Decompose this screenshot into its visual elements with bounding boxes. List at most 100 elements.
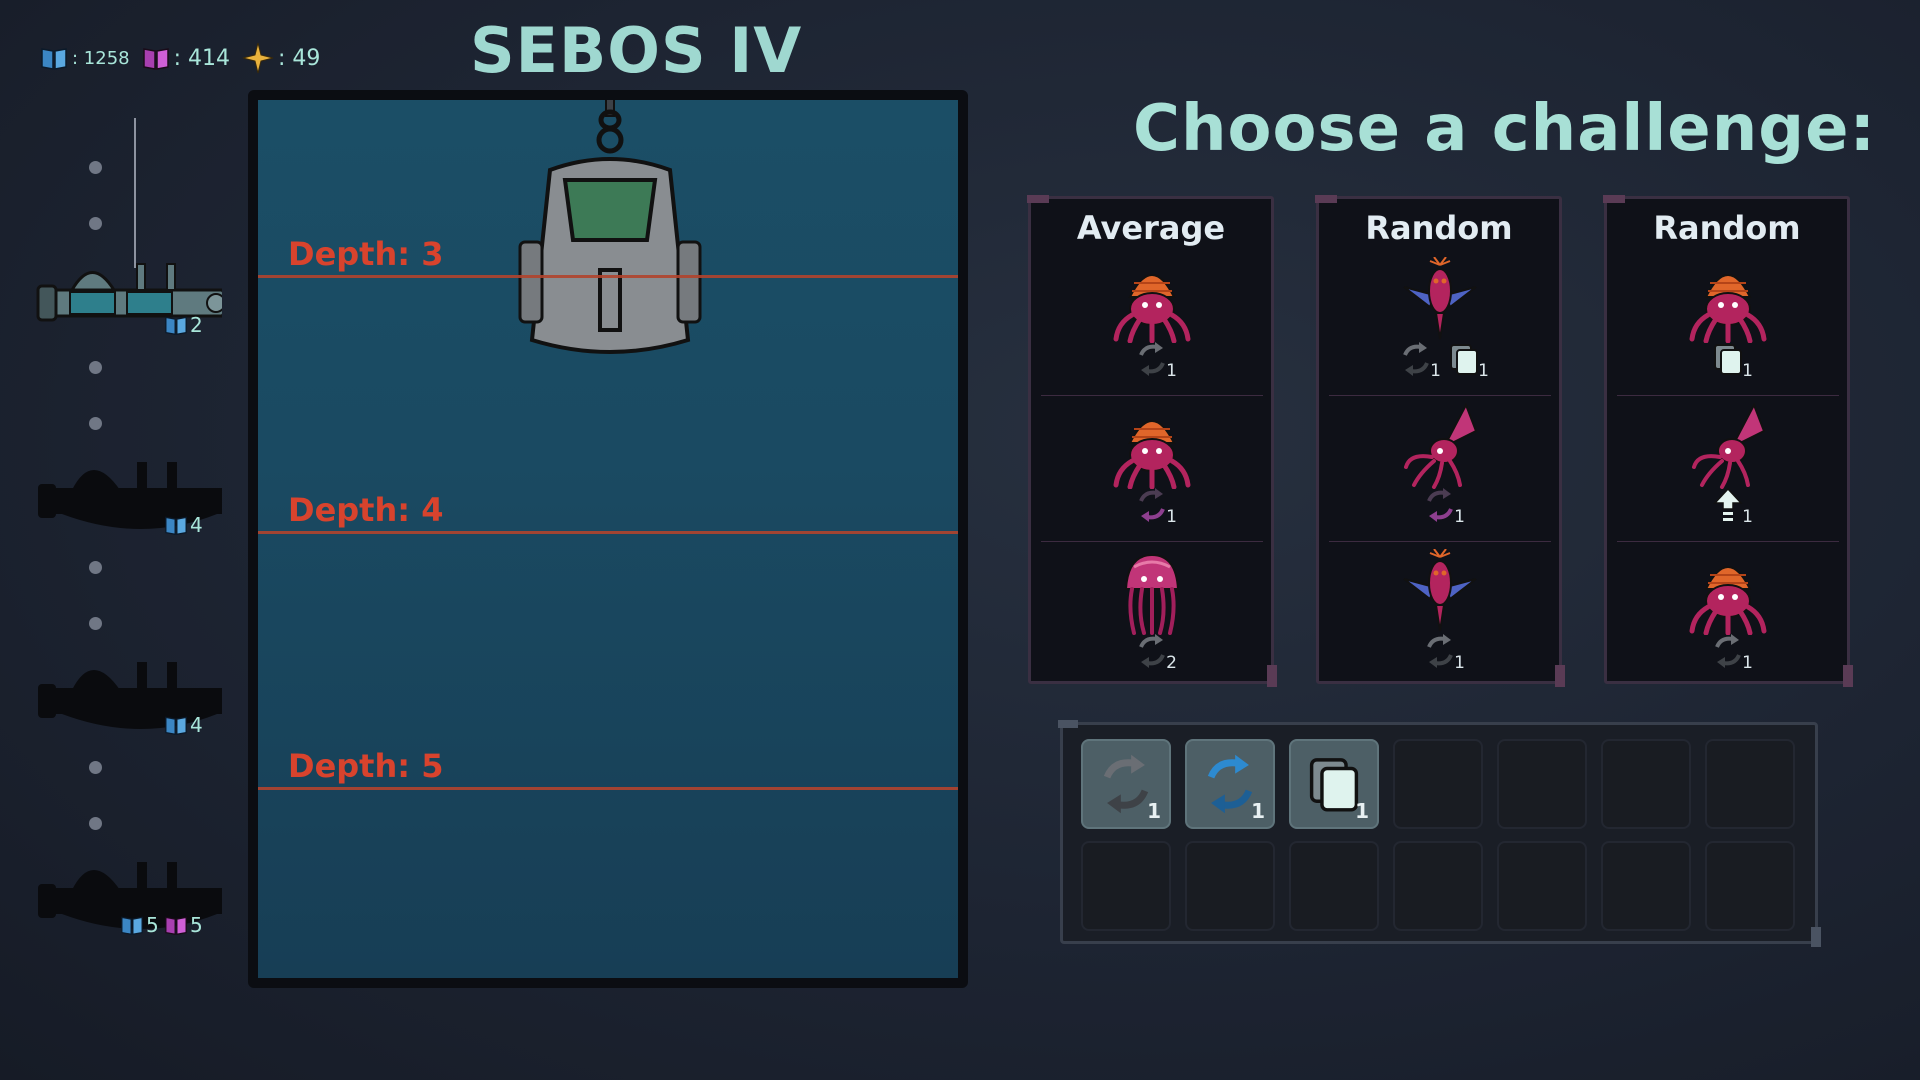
inventory-slot-empty[interactable] [1705,841,1795,931]
reward-count: 5 [146,913,159,937]
submarine-reward: 5 [120,913,159,937]
depth-label: Depth: 5 [288,747,444,785]
slot-divider [1041,395,1263,396]
reroll-purple-icon: 1 [1423,487,1465,527]
inventory-slot-empty[interactable] [1601,739,1691,829]
depth-view: Depth: 3 Depth: 4 Depth: 5 [248,90,968,988]
diving-bell-icon [518,100,702,354]
reward-count: 2 [190,313,203,337]
reroll-icon: 1 [1711,633,1753,673]
depth-label: Depth: 4 [288,491,444,529]
winged-shrimp-icon [1400,257,1480,343]
inventory-slot-empty[interactable] [1289,841,1379,931]
inventory-slot-empty[interactable] [1185,841,1275,931]
slot-divider [1329,395,1551,396]
inventory-slot[interactable]: 1 [1185,739,1275,829]
encounter-slot: 1 [1041,251,1263,397]
encounter-slot: 1 1 [1329,251,1551,397]
blue-book-counter: : 1258 [40,45,130,71]
item-count: 1 [1251,799,1265,823]
blue-book-icon [165,716,187,736]
slot-divider [1617,395,1839,396]
challenge-card[interactable]: Random 1 1 1 1 [1315,195,1565,687]
card-icon: 1 [1711,341,1753,381]
card-title: Random [1653,209,1801,247]
modifier-count: 1 [1742,653,1753,673]
depth-marker-line [258,531,958,534]
inventory-slot-empty[interactable] [1081,841,1171,931]
hermit-crab-icon [1688,257,1768,343]
inventory-slot-empty[interactable] [1393,841,1483,931]
inventory-slot-empty[interactable] [1601,841,1691,931]
card-title: Random [1365,209,1513,247]
blue-book-icon [165,516,187,536]
purple-book-counter: : 414 [142,45,230,71]
blue-book-icon [121,916,143,936]
encounter-slot: 1 [1041,397,1263,543]
star-icon [242,42,274,74]
reward-count: 4 [190,513,203,537]
reroll-icon: 2 [1135,633,1177,673]
modifier-count: 1 [1166,361,1177,381]
star-count: : 49 [278,45,321,71]
submarine-reward: 5 [164,913,203,937]
reroll-purple-icon: 1 [1135,487,1177,527]
slot-divider [1329,541,1551,542]
slot-divider [1041,541,1263,542]
depth-marker-line [258,787,958,790]
purple-book-icon [142,48,169,70]
track-dot [89,761,102,774]
purple-book-count: : 414 [173,45,231,71]
submarine-reward: 2 [164,313,203,337]
jellyfish-icon [1112,549,1192,635]
inventory-slot-empty[interactable] [1705,739,1795,829]
depth-marker-line [258,275,958,278]
encounter-slot: 1 [1617,251,1839,397]
modifier-count: 1 [1742,507,1753,527]
modifier-count: 1 [1478,361,1489,381]
challenge-heading: Choose a challenge: [1133,92,1877,166]
modifier-count: 1 [1742,361,1753,381]
hermit-crab-icon [1688,549,1768,635]
track-dot [89,817,102,830]
modifier-count: 1 [1166,507,1177,527]
challenge-card[interactable]: Random 1 1 1 [1603,195,1853,687]
track-dot [89,617,102,630]
modifier-count: 1 [1454,653,1465,673]
reroll-icon: 1 [1135,341,1177,381]
item-count: 1 [1355,799,1369,823]
track-dot [89,217,102,230]
challenge-card[interactable]: Average 1 1 2 [1027,195,1277,687]
hermit-crab-icon [1112,257,1192,343]
slot-divider [1617,541,1839,542]
encounter-slot: 1 [1329,397,1551,543]
inventory-slot[interactable]: 1 [1081,739,1171,829]
reward-count: 5 [190,913,203,937]
modifier-count: 1 [1454,507,1465,527]
encounter-slot: 1 [1329,543,1551,689]
track-dot [89,161,102,174]
resource-bar: : 1258 : 414 : 49 [40,38,320,78]
encounter-slot: 1 [1617,543,1839,689]
inventory-slot-empty[interactable] [1497,841,1587,931]
submarine-reward: 4 [164,513,203,537]
squid-icon [1400,403,1480,489]
card-icon: 1 [1447,341,1489,381]
track-dot [89,361,102,374]
track-dot [89,561,102,574]
submarine-reward: 4 [164,713,203,737]
blue-book-icon [41,48,67,70]
tether-line [134,118,136,268]
upgrade-arrow-icon: 1 [1711,487,1753,527]
modifier-count: 2 [1166,653,1177,673]
inventory-slot-empty[interactable] [1497,739,1587,829]
track-dot [89,417,102,430]
inventory-slot[interactable]: 1 [1289,739,1379,829]
blue-book-count: : 1258 [72,47,130,69]
card-title: Average [1076,209,1226,247]
winged-shrimp-icon [1400,549,1480,635]
inventory-slot-empty[interactable] [1393,739,1483,829]
modifier-count: 1 [1430,361,1441,381]
reward-count: 4 [190,713,203,737]
purple-book-icon [165,916,187,936]
